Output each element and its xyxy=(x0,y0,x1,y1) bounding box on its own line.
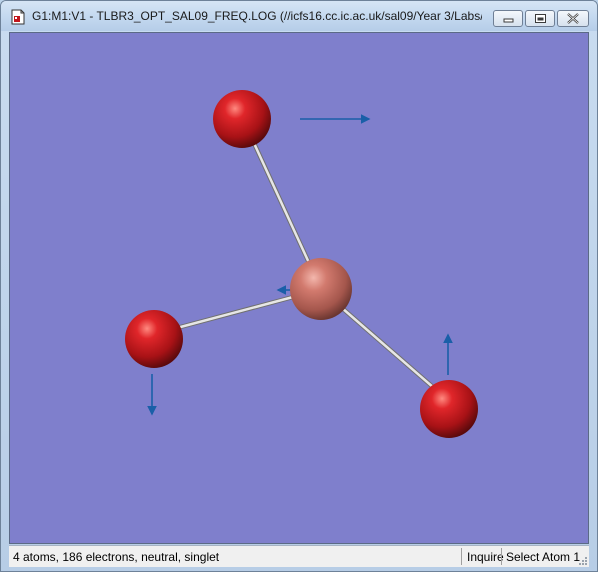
window-title: G1:M1:V1 - TLBR3_OPT_SAL09_FREQ.LOG (//i… xyxy=(32,9,482,23)
atom-br-2[interactable] xyxy=(125,310,183,368)
atom-br-1[interactable] xyxy=(213,90,271,148)
status-bar: 4 atoms, 186 electrons, neutral, singlet… xyxy=(9,545,589,567)
maximize-button[interactable] xyxy=(525,10,555,27)
status-divider xyxy=(501,548,502,565)
bond-tl-br3[interactable] xyxy=(340,306,436,390)
minimize-icon xyxy=(503,18,514,23)
minimize-button[interactable] xyxy=(493,10,523,27)
atom-br-3[interactable] xyxy=(420,380,478,438)
maximize-icon xyxy=(535,14,546,23)
bond-tl-br2[interactable] xyxy=(172,294,294,332)
document-app-icon[interactable] xyxy=(10,9,26,25)
close-button[interactable] xyxy=(557,10,589,27)
title-bar[interactable]: G1:M1:V1 - TLBR3_OPT_SAL09_FREQ.LOG (//i… xyxy=(1,1,597,31)
application-window: G1:M1:V1 - TLBR3_OPT_SAL09_FREQ.LOG (//i… xyxy=(0,0,598,572)
status-divider xyxy=(461,548,462,565)
bond-tl-br1[interactable] xyxy=(250,140,313,266)
molecule-viewport[interactable] xyxy=(9,32,589,544)
molecule-info-text: 4 atoms, 186 electrons, neutral, singlet xyxy=(13,550,220,564)
inquire-mode-button[interactable]: Inquire xyxy=(467,550,504,564)
close-icon xyxy=(567,13,579,24)
select-atom-status[interactable]: Select Atom 1 xyxy=(506,550,580,564)
resize-grip-icon[interactable] xyxy=(578,556,588,566)
atom-tl[interactable] xyxy=(290,258,352,320)
